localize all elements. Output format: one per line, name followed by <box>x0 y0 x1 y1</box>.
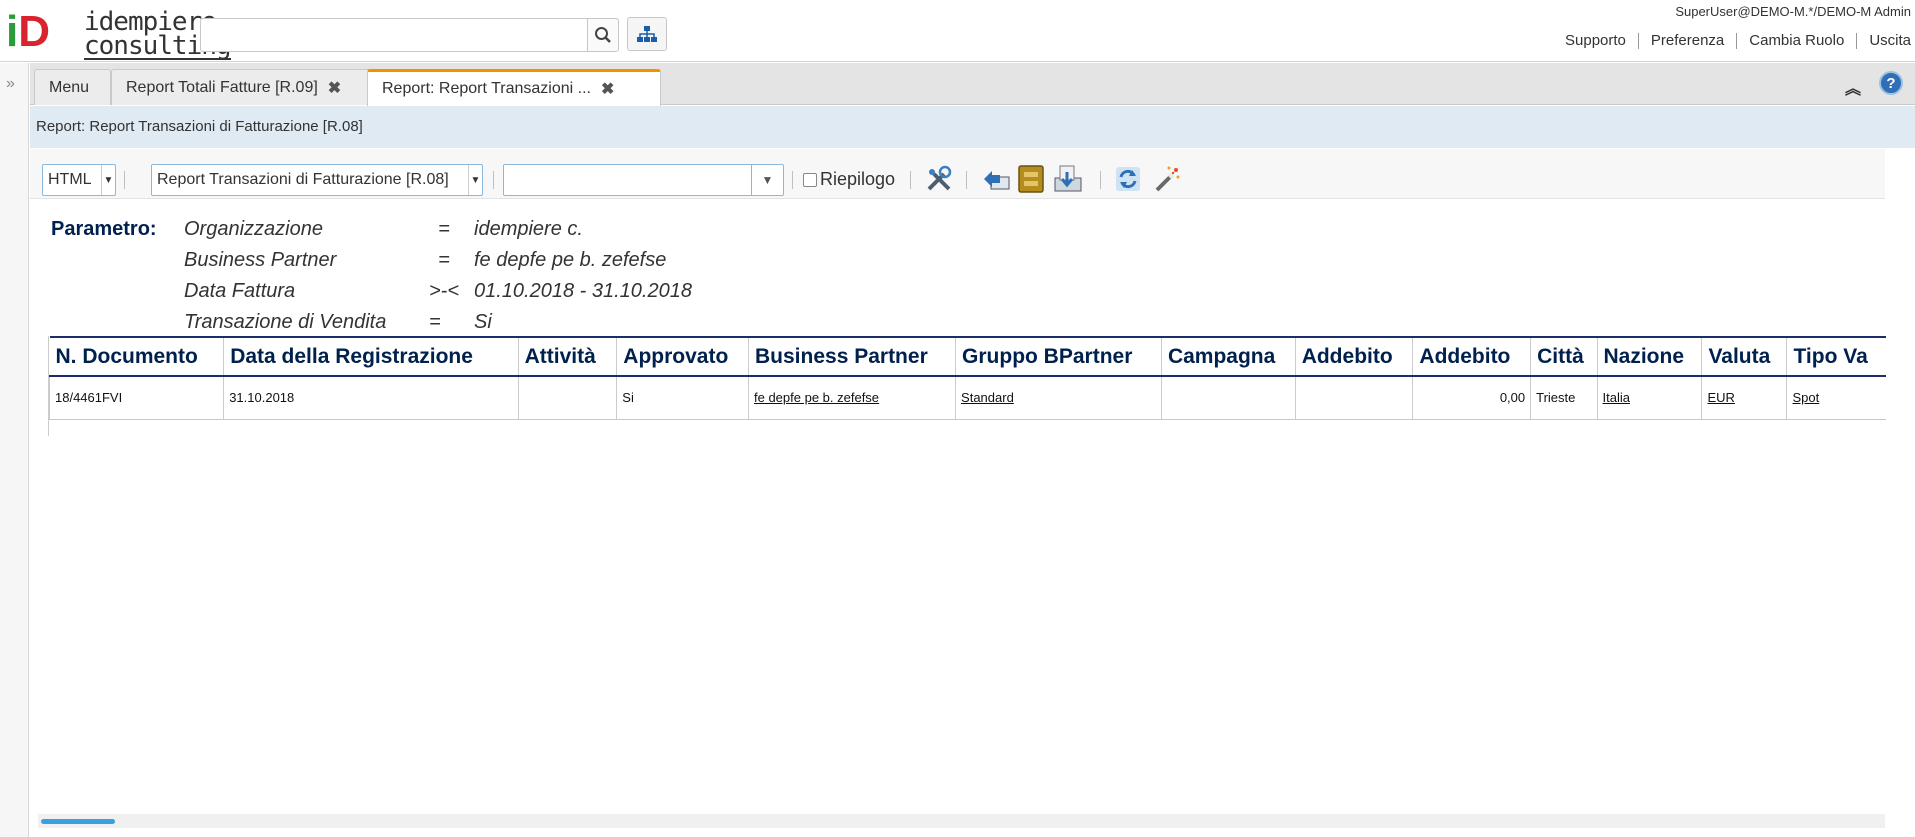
help-icon[interactable]: ? <box>1879 71 1903 95</box>
summary-checkbox[interactable]: Riepilogo <box>803 169 895 190</box>
link-uscita[interactable]: Uscita <box>1856 33 1911 49</box>
column-header: Business Partner <box>747 336 956 377</box>
dropdown-arrow-icon: ▼ <box>101 165 115 195</box>
magic-wand-icon <box>1155 166 1180 192</box>
bp-group-link[interactable]: Standard <box>961 390 1014 405</box>
param-row: Business Partner = fe depfe pe b. zefefse <box>184 249 667 271</box>
cell-campaign <box>1160 376 1296 420</box>
report-table-wrapper: N. Documento Data della Registrazione At… <box>48 336 1886 436</box>
column-header: Data della Registrazione <box>223 336 519 377</box>
wizard-button[interactable] <box>1151 163 1183 195</box>
column-header: Tipo Va <box>1786 336 1886 377</box>
global-search-input[interactable] <box>200 18 588 52</box>
close-tab-icon[interactable]: ✖ <box>328 78 341 98</box>
user-info: SuperUser@DEMO-M.*/DEMO-M Admin <box>1675 4 1911 19</box>
export-button[interactable] <box>1052 163 1084 195</box>
cell-date: 31.10.2018 <box>223 376 519 420</box>
cell-bpartner: fe depfe pe b. zefefse <box>747 376 956 420</box>
cell-currency: EUR <box>1701 376 1787 420</box>
tab-report-transazioni[interactable]: Report: Report Transazioni ... ✖ <box>367 69 661 106</box>
archive-button[interactable] <box>1015 163 1047 195</box>
column-header: Attività <box>517 336 617 377</box>
cell-doc-number: 18/4461FVI <box>49 376 224 420</box>
tab-menu[interactable]: Menu <box>34 69 111 105</box>
column-header: Valuta <box>1701 336 1787 377</box>
refresh-icon <box>1116 167 1140 191</box>
currency-link[interactable]: EUR <box>1707 390 1734 405</box>
link-cambia-ruolo[interactable]: Cambia Ruolo <box>1736 33 1856 49</box>
column-header: Addebito <box>1412 336 1531 377</box>
column-header: N. Documento <box>49 336 224 377</box>
west-panel-collapsed: » <box>0 63 29 837</box>
dropdown-arrow-icon: ▼ <box>468 165 482 195</box>
param-label: Parametro: <box>51 218 157 240</box>
sitemap-icon <box>637 26 657 42</box>
report-view-select[interactable]: Report Transazioni di Fatturazione [R.08… <box>151 164 483 196</box>
param-row: Data Fattura >-< 01.10.2018 - 31.10.2018 <box>184 280 692 302</box>
column-header: Città <box>1530 336 1597 377</box>
param-row: Organizzazione = idempiere c. <box>184 218 583 240</box>
tools-icon <box>927 165 952 191</box>
cell-bp-group: Standard <box>955 376 1162 420</box>
archive-icon <box>1018 165 1044 193</box>
separator <box>910 171 911 189</box>
cell-debit-amount: 0,00 <box>1412 376 1531 420</box>
cell-city: Trieste <box>1530 376 1597 420</box>
checkbox[interactable] <box>803 172 817 187</box>
param-row: Transazione di Vendita = Si <box>184 311 492 333</box>
scrollbar-thumb[interactable] <box>41 819 115 824</box>
refresh-button[interactable] <box>1112 163 1144 195</box>
table-row: 18/4461FVI 31.10.2018 Si fe depfe pe b. … <box>49 376 1886 420</box>
tab-bar: Menu Report Totali Fatture [R.09] ✖ Repo… <box>30 63 1915 106</box>
table-header-row: N. Documento Data della Registrazione At… <box>49 336 1886 377</box>
column-header: Addebito <box>1294 336 1413 377</box>
column-header: Campagna <box>1160 336 1296 377</box>
separator <box>792 171 793 189</box>
search-icon <box>595 27 611 43</box>
print-format-combobox[interactable]: ▼ <box>503 164 784 196</box>
column-header: Nazione <box>1596 336 1702 377</box>
search-button[interactable] <box>587 18 619 52</box>
cell-country: Italia <box>1596 376 1702 420</box>
cell-debit <box>1294 376 1413 420</box>
menu-tree-button[interactable] <box>627 17 667 51</box>
cell-activity <box>517 376 617 420</box>
separator <box>124 171 125 189</box>
expand-panel-icon[interactable]: » <box>6 75 15 93</box>
cell-type: Spot <box>1786 376 1886 420</box>
country-link[interactable]: Italia <box>1603 390 1630 405</box>
cell-approved: Si <box>616 376 749 420</box>
format-select[interactable]: HTML ▼ <box>42 164 116 196</box>
tab-report-totali-fatture[interactable]: Report Totali Fatture [R.09] ✖ <box>111 69 394 105</box>
type-link[interactable]: Spot <box>1792 390 1819 405</box>
logo-mark: iD <box>6 7 51 56</box>
idempiere-logo[interactable]: iD idempiere consulting <box>6 6 232 60</box>
page-title: Report: Report Transazioni di Fatturazio… <box>30 106 1915 148</box>
column-header: Approvato <box>616 336 749 377</box>
link-supporto[interactable]: Supporto <box>1553 33 1638 49</box>
close-tab-icon[interactable]: ✖ <box>601 79 614 99</box>
customize-button[interactable] <box>923 163 955 195</box>
collapse-up-icon[interactable]: ︽ <box>1845 75 1861 99</box>
upload-arrow-icon <box>984 171 1010 190</box>
report-viewer: Parametro: Organizzazione = idempiere c. B… <box>48 210 1886 810</box>
horizontal-scrollbar[interactable] <box>38 814 1885 828</box>
report-table: N. Documento Data della Registrazione At… <box>49 336 1886 420</box>
column-header: Gruppo BPartner <box>955 336 1162 377</box>
report-toolbar: HTML ▼ Report Transazioni di Fatturazion… <box>30 149 1885 199</box>
app-header: iD idempiere consulting SuperUser@DEMO-M… <box>0 0 1915 62</box>
bpartner-link[interactable]: fe depfe pe b. zefefse <box>754 390 879 405</box>
chevron-down-icon[interactable]: ▼ <box>751 165 783 195</box>
send-mail-button[interactable] <box>980 163 1012 195</box>
separator <box>1100 171 1101 189</box>
link-preferenza[interactable]: Preferenza <box>1637 33 1736 49</box>
separator <box>966 171 967 189</box>
separator <box>493 171 494 189</box>
top-links: Supporto Preferenza Cambia Ruolo Uscita <box>1553 33 1911 49</box>
export-icon <box>1054 165 1082 192</box>
